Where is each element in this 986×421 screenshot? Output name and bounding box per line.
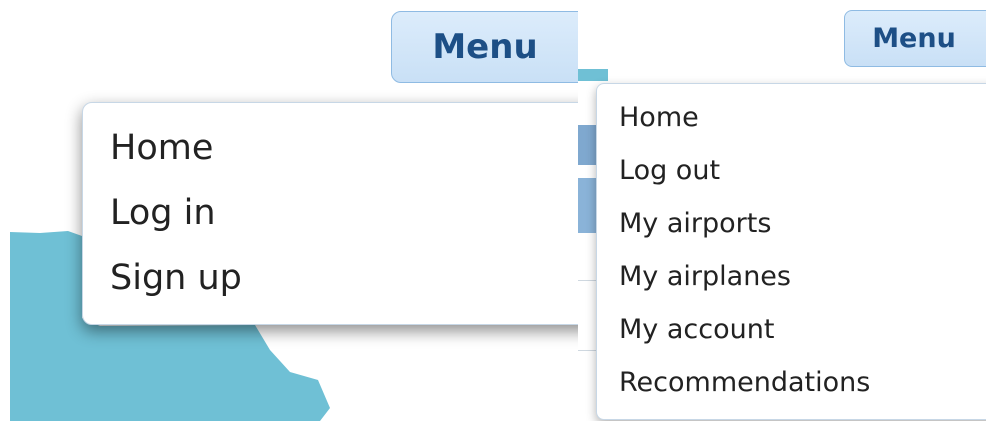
- right-screen: Menu Home Log out My airports My airplan…: [578, 0, 986, 421]
- menu-item-log-in[interactable]: Log in: [83, 193, 578, 258]
- nav-dropdown-menu: Home Log in Sign up: [82, 102, 578, 325]
- menu-item-my-account[interactable]: My account: [597, 312, 986, 365]
- map-region: [578, 69, 608, 81]
- menu-item-sign-up[interactable]: Sign up: [83, 258, 578, 323]
- menu-item-recommendations[interactable]: Recommendations: [597, 365, 986, 418]
- left-screen: Menu Home Log in Sign up: [0, 0, 578, 421]
- nav-dropdown-menu: Home Log out My airports My airplanes My…: [596, 83, 986, 420]
- menu-button[interactable]: Menu: [391, 11, 578, 83]
- menu-item-my-airports[interactable]: My airports: [597, 206, 986, 259]
- menu-item-home[interactable]: Home: [83, 128, 578, 193]
- menu-item-home[interactable]: Home: [597, 100, 986, 153]
- menu-item-my-airplanes[interactable]: My airplanes: [597, 259, 986, 312]
- menu-item-log-out[interactable]: Log out: [597, 153, 986, 206]
- menu-button[interactable]: Menu: [844, 10, 986, 67]
- menu-button-label: Menu: [872, 23, 956, 54]
- menu-button-label: Menu: [432, 27, 538, 67]
